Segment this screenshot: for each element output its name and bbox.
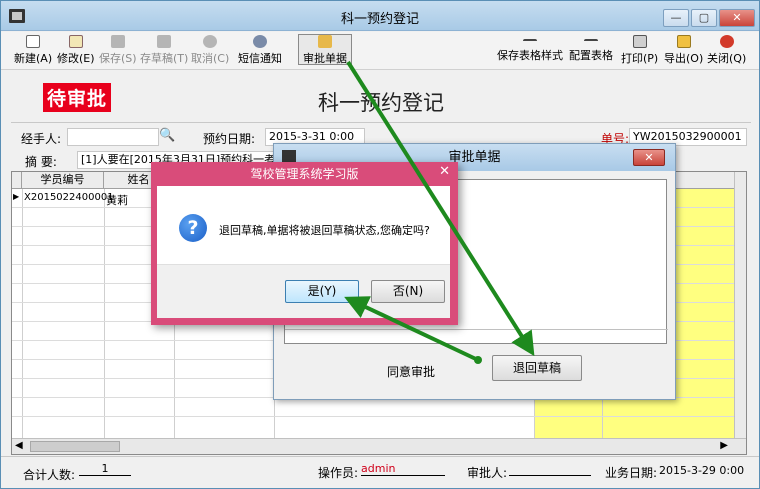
confirm-dialog-close-button[interactable]: ✕ bbox=[439, 165, 450, 179]
agree-label: 同意审批 bbox=[387, 365, 436, 379]
title-bar: 科一预约登记 — ▢ ✕ bbox=[1, 1, 759, 31]
grid-hline bbox=[12, 416, 746, 417]
close-icon bbox=[719, 35, 734, 48]
approver-value bbox=[509, 462, 591, 476]
header-panel: 待审批 科一预约登记 bbox=[11, 73, 751, 123]
minimize-button[interactable]: — bbox=[663, 9, 689, 27]
grid-header-student-id[interactable]: 学员编号 bbox=[22, 172, 104, 189]
new-button[interactable]: 新建(A) bbox=[14, 35, 52, 66]
export-button[interactable]: 导出(O) bbox=[664, 35, 703, 66]
cell-student-id: X2015022400001 bbox=[24, 192, 114, 203]
close-window-button[interactable]: ✕ bbox=[719, 9, 755, 27]
cell-student-name: 黄莉 bbox=[106, 194, 128, 207]
close-button[interactable]: 关闭(Q) bbox=[707, 35, 746, 66]
confirm-dialog-body: ? 退回草稿,单据将被退回草稿状态,您确定吗? 是(Y) 否(N) bbox=[157, 186, 450, 318]
cancel-icon bbox=[203, 35, 218, 48]
total-label: 合计人数: bbox=[23, 468, 76, 482]
sms-button[interactable]: 短信通知 bbox=[238, 35, 282, 66]
approve-dialog-close-button[interactable]: ✕ bbox=[633, 149, 665, 166]
scroll-left-icon[interactable]: ◀ bbox=[15, 440, 23, 451]
operator-label: 操作员: bbox=[318, 466, 359, 480]
edit-button[interactable]: 修改(E) bbox=[57, 35, 95, 66]
edit-icon bbox=[68, 35, 83, 48]
biz-date-label: 业务日期: bbox=[605, 466, 658, 480]
person-icon bbox=[253, 35, 267, 48]
vertical-scrollbar[interactable] bbox=[734, 172, 746, 438]
biz-date-value: 2015-3-29 0:00 bbox=[659, 464, 745, 477]
grid-header-corner bbox=[12, 172, 22, 189]
save-draft-button[interactable]: 存草稿(T) bbox=[140, 35, 188, 66]
window-title: 科一预约登记 bbox=[340, 12, 419, 27]
cancel-button[interactable]: 取消(C) bbox=[191, 35, 229, 66]
status-bar: 合计人数: 1 操作员: admin 审批人: 业务日期: 2015-3-29 … bbox=[1, 456, 759, 488]
new-doc-icon bbox=[26, 35, 41, 48]
row-pointer-icon: ▶ bbox=[13, 192, 20, 201]
maximize-button[interactable]: ▢ bbox=[691, 9, 717, 27]
style-icon bbox=[523, 39, 537, 45]
print-button[interactable]: 打印(P) bbox=[621, 35, 658, 66]
approve-button[interactable]: 审批单据 bbox=[298, 34, 352, 65]
folder-icon bbox=[676, 35, 691, 48]
no-button[interactable]: 否(N) bbox=[371, 280, 445, 303]
horizontal-scrollbar[interactable]: ◀ ▶ bbox=[12, 438, 746, 454]
scroll-right-icon[interactable]: ▶ bbox=[720, 440, 728, 451]
total-value: 1 bbox=[79, 462, 131, 476]
toolbar: 新建(A) 修改(E) 保存(S) 存草稿(T) 取消(C) 短信通知 审批单据 bbox=[1, 32, 759, 70]
printer-icon bbox=[632, 35, 647, 48]
confirm-dialog-footer: 是(Y) 否(N) bbox=[157, 264, 450, 318]
handler-label: 经手人: bbox=[21, 132, 62, 146]
save-style-button[interactable]: 保存表格样式 bbox=[497, 35, 563, 63]
approve-icon bbox=[318, 35, 332, 48]
handler-input[interactable] bbox=[67, 128, 159, 146]
confirm-message: 退回草稿,单据将被退回草稿状态,您确定吗? bbox=[219, 224, 430, 237]
question-icon: ? bbox=[179, 214, 207, 242]
yes-button[interactable]: 是(Y) bbox=[285, 280, 359, 303]
summary-label: 摘 要: bbox=[25, 155, 57, 169]
save-button[interactable]: 保存(S) bbox=[99, 35, 137, 66]
save-icon bbox=[110, 35, 125, 48]
operator-value: admin bbox=[361, 462, 445, 476]
confirm-dialog: 驾校管理系统学习版 ✕ ? 退回草稿,单据将被退回草稿状态,您确定吗? 是(Y)… bbox=[151, 162, 458, 325]
config-icon bbox=[584, 39, 598, 45]
draft-icon bbox=[157, 35, 172, 48]
date-label: 预约日期: bbox=[203, 132, 256, 146]
search-icon[interactable]: 🔍 bbox=[159, 128, 175, 143]
approver-label: 审批人: bbox=[467, 466, 508, 480]
scroll-thumb[interactable] bbox=[30, 441, 120, 452]
config-table-button[interactable]: 配置表格 bbox=[569, 35, 613, 63]
confirm-dialog-title: 驾校管理系统学习版 bbox=[250, 167, 359, 181]
form-title: 科一预约登记 bbox=[318, 91, 444, 115]
return-draft-button[interactable]: 退回草稿 bbox=[492, 355, 582, 381]
